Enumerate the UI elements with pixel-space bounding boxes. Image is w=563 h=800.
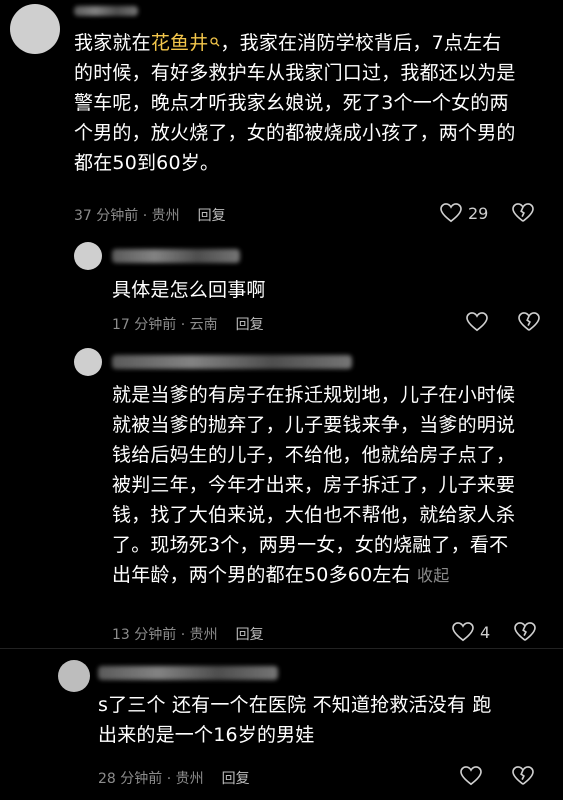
reply-button[interactable]: 回复 [236, 624, 264, 644]
comment-meta: 37 分钟前 · 贵州 回复 [74, 205, 226, 225]
comment-actions [460, 766, 534, 786]
location: 贵州 [151, 208, 180, 224]
reply-button[interactable]: 回复 [198, 205, 226, 225]
timestamp: 28 分钟前 [98, 771, 163, 787]
like-button[interactable] [466, 312, 494, 332]
avatar[interactable] [58, 660, 90, 692]
heart-icon [466, 312, 488, 332]
location: 贵州 [189, 627, 218, 643]
heart-icon [440, 203, 462, 223]
comment-meta: 13 分钟前 · 贵州 回复 [112, 624, 264, 644]
dislike-broken-heart-icon[interactable] [512, 203, 535, 223]
comment-text: 具体是怎么回事啊 [112, 279, 266, 301]
search-icon [210, 28, 220, 58]
like-button[interactable]: 29 [440, 203, 488, 223]
comment-actions: 29 [440, 203, 535, 223]
avatar[interactable] [74, 242, 102, 270]
collapse-button[interactable]: 收起 [417, 566, 449, 585]
avatar[interactable] [74, 348, 102, 376]
username-blurred[interactable] [112, 355, 352, 369]
comment-meta: 17 分钟前 · 云南 回复 [112, 314, 264, 334]
comment-text: s了三个 还有一个在医院 不知道抢救活没有 跑 出来的是一个16岁的男娃 [98, 694, 492, 746]
dislike-broken-heart-icon[interactable] [514, 622, 537, 642]
username-blurred[interactable] [74, 6, 138, 16]
timestamp: 13 分钟前 [112, 627, 177, 643]
reply-button[interactable]: 回复 [222, 768, 250, 788]
comment-text: 我家就在花鱼井 ，我家在消防学校背后，7点左右 的时候，有好多救护车从我家门口过，… [74, 28, 554, 178]
comment-actions [466, 312, 540, 332]
heart-icon [460, 766, 482, 786]
dislike-broken-heart-icon[interactable] [512, 766, 534, 786]
username-blurred[interactable] [98, 666, 278, 680]
dislike-broken-heart-icon[interactable] [518, 312, 540, 332]
comment-text: 就是当爹的有房子在拆迁规划地，儿子在小时候 就被当爹的抛弃了，儿子要钱来争，当爹… [112, 384, 516, 586]
like-count: 4 [480, 622, 491, 642]
reply-button[interactable]: 回复 [236, 314, 264, 334]
like-button[interactable]: 4 [452, 622, 490, 642]
username-blurred[interactable] [112, 249, 240, 263]
avatar[interactable] [10, 4, 60, 54]
topic-link[interactable]: 花鱼井 [151, 32, 221, 54]
heart-icon [452, 622, 474, 642]
comment-actions: 4 [452, 622, 537, 642]
like-button[interactable] [460, 766, 488, 786]
like-count: 29 [468, 203, 489, 223]
timestamp: 17 分钟前 [112, 317, 177, 333]
divider [0, 648, 563, 649]
timestamp: 37 分钟前 [74, 208, 139, 224]
comment-meta: 28 分钟前 · 贵州 回复 [98, 768, 250, 788]
location: 贵州 [175, 771, 204, 787]
location: 云南 [189, 317, 218, 333]
